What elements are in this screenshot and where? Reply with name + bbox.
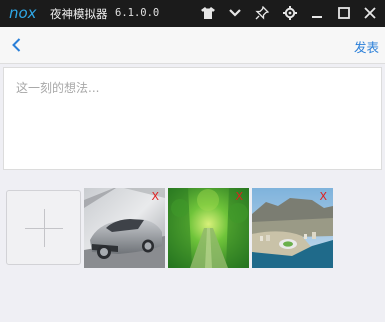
- pin-icon[interactable]: [253, 4, 271, 22]
- chevron-down-icon[interactable]: [226, 4, 244, 22]
- emulator-titlebar: nox 夜神模拟器 6.1.0.0: [0, 0, 385, 27]
- moment-placeholder: 这一刻的想法...: [16, 81, 100, 95]
- minimize-icon[interactable]: [308, 4, 326, 22]
- image-thumbnail-car[interactable]: X: [84, 188, 165, 268]
- remove-image-button[interactable]: X: [235, 190, 243, 203]
- add-image-button[interactable]: [6, 190, 81, 265]
- image-thumbnail-city[interactable]: X: [252, 188, 333, 268]
- app-version: 6.1.0.0: [115, 7, 160, 19]
- close-icon[interactable]: [361, 4, 379, 22]
- remove-image-button[interactable]: X: [151, 190, 159, 203]
- maximize-icon[interactable]: [335, 4, 353, 22]
- image-thumbnail-forest[interactable]: X: [168, 188, 249, 268]
- chevron-left-icon[interactable]: [8, 36, 26, 54]
- gear-icon[interactable]: [281, 4, 299, 22]
- shirt-icon[interactable]: [199, 4, 217, 22]
- app-toolbar: 发表: [0, 27, 385, 64]
- nox-logo: nox: [9, 4, 37, 22]
- moment-text-input[interactable]: 这一刻的想法...: [3, 67, 382, 170]
- app-name: 夜神模拟器: [50, 7, 108, 21]
- publish-button[interactable]: 发表: [354, 37, 379, 56]
- remove-image-button[interactable]: X: [319, 190, 327, 203]
